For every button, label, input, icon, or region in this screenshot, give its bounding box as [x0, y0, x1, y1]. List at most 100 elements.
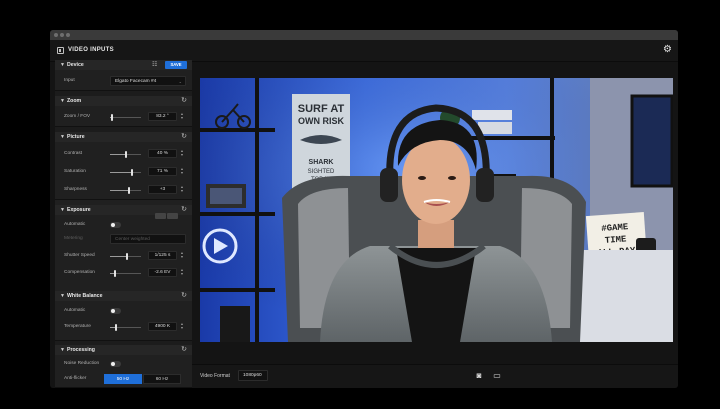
sharpness-slider[interactable] [110, 187, 141, 194]
app-window: VIDEO INPUTS ⚙ ▼ Device ☷ SAVE Input Elg… [50, 30, 678, 388]
sharpness-stepper[interactable]: ▲ ▼ [179, 185, 185, 194]
metering-value: Center weighted [115, 237, 150, 242]
picture-header[interactable]: ▼ Picture ↻ [55, 132, 192, 142]
saturation-stepper[interactable]: ▲ ▼ [179, 167, 185, 176]
temperature-slider[interactable] [110, 324, 141, 331]
exposure-header[interactable]: ▼ Exposure ↻ [55, 205, 192, 219]
zoom-title: Zoom [67, 98, 82, 104]
compensation-row: Compensation -2.6 EV ▲ ▼ [55, 267, 192, 279]
zoom-header[interactable]: ▼ Zoom ↻ [55, 96, 192, 106]
slider-thumb[interactable] [126, 253, 129, 260]
contrast-value[interactable]: 40 % [148, 149, 177, 158]
processing-title: Processing [67, 347, 95, 353]
panel-icon[interactable] [57, 47, 64, 54]
processing-section: ▼ Processing ↻ Noise Reduction Anti-flic… [55, 345, 192, 388]
metering-select[interactable]: Center weighted [110, 234, 186, 244]
slider-thumb[interactable] [115, 324, 118, 331]
noise-toggle[interactable] [110, 361, 121, 367]
compensation-label: Compensation [64, 270, 95, 275]
shutter-value[interactable]: 1/125 s [148, 251, 177, 260]
antiflicker-50hz-button[interactable]: 50 Hz [104, 374, 142, 384]
slider-thumb[interactable] [125, 151, 128, 158]
slider-thumb[interactable] [128, 187, 131, 194]
wb-auto-toggle[interactable] [110, 308, 121, 314]
close-window-dot[interactable] [54, 33, 58, 37]
lightbox-text: #GAME [601, 222, 629, 234]
gear-icon[interactable]: ⚙ [663, 44, 672, 56]
app-title: VIDEO INPUTS [68, 47, 114, 53]
reset-icon[interactable]: ↻ [181, 133, 187, 141]
video-format-select[interactable]: 1080p60 [238, 370, 268, 381]
poster-text: SHARK [309, 159, 334, 166]
shutter-slider[interactable] [110, 253, 141, 260]
zoom-section: ▼ Zoom ↻ Zoom / FOV 83.2 ° ▲ ▼ [55, 96, 192, 127]
caret-down-icon: ▼ [60, 293, 65, 299]
antiflicker-row: Anti-flicker 50 Hz 60 Hz [55, 373, 192, 385]
save-button[interactable]: SAVE [165, 61, 187, 69]
noise-label: Noise Reduction [64, 361, 100, 366]
temperature-stepper[interactable]: ▲ ▼ [179, 322, 185, 331]
caret-down-icon: ▼ [60, 134, 65, 140]
device-section: ▼ Device ☷ SAVE Input Elgato Facecam #4 … [55, 60, 192, 91]
folder-icon[interactable]: ▭ [490, 370, 504, 382]
reset-icon[interactable]: ↻ [181, 206, 187, 214]
device-title: Device [67, 62, 84, 68]
temperature-value[interactable]: 4900 K [148, 322, 177, 331]
poster-text: SIGHTED [308, 169, 335, 175]
maximize-window-dot[interactable] [66, 33, 70, 37]
zoom-value[interactable]: 83.2 ° [148, 112, 177, 121]
saturation-value[interactable]: 71 % [148, 167, 177, 176]
slider-thumb[interactable] [131, 169, 133, 176]
caret-down-icon: ▼ [60, 207, 65, 213]
sharpness-value[interactable]: +3 [148, 185, 177, 194]
saturation-slider[interactable] [110, 169, 141, 176]
grid-icon[interactable]: ☷ [152, 61, 157, 69]
camera-preview[interactable]: SURF AT OWN RISK SHARK SIGHTED TODAY [200, 78, 673, 342]
exposure-auto-row: Automatic [55, 219, 192, 231]
white-balance-section: ▼ White Balance ↻ Automatic Temperature … [55, 291, 192, 341]
caret-down-icon: ▼ [60, 62, 65, 68]
zoom-stepper[interactable]: ▲ ▼ [179, 112, 185, 121]
shutter-stepper[interactable]: ▲ ▼ [179, 251, 185, 260]
title-bar [50, 30, 678, 40]
processing-header[interactable]: ▼ Processing ↻ [55, 345, 192, 355]
sharpness-row: Sharpness +3 ▲ ▼ [55, 184, 192, 196]
slider-fill [110, 256, 128, 257]
temperature-label: Temperature [64, 324, 91, 329]
compensation-value[interactable]: -2.6 EV [148, 268, 177, 277]
reset-icon[interactable]: ↻ [181, 346, 187, 354]
zoom-row: Zoom / FOV 83.2 ° ▲ ▼ [55, 111, 192, 123]
shutter-row: Shutter Speed 1/125 s ▲ ▼ [55, 250, 192, 262]
reset-icon[interactable]: ↻ [181, 292, 187, 300]
slider-thumb[interactable] [113, 270, 116, 277]
camera-snapshot-icon[interactable]: ◙ [472, 370, 486, 382]
lightbox-text: TIME [605, 234, 628, 246]
device-header[interactable]: ▼ Device ☷ SAVE [55, 60, 192, 70]
input-select[interactable]: Elgato Facecam #4 ⌄ [110, 76, 186, 86]
noise-row: Noise Reduction [55, 358, 192, 370]
exposure-title: Exposure [67, 207, 91, 213]
metering-row: Metering Center weighted [55, 233, 192, 245]
exposure-auto-label: Automatic [64, 222, 86, 227]
antiflicker-60hz-button[interactable]: 60 Hz [143, 374, 181, 384]
minimize-window-dot[interactable] [60, 33, 64, 37]
compensation-slider[interactable] [110, 270, 141, 277]
slider-thumb[interactable] [111, 114, 114, 121]
contrast-stepper[interactable]: ▲ ▼ [179, 149, 185, 158]
shutter-label: Shutter Speed [64, 253, 95, 258]
toggle-knob [111, 362, 115, 366]
app-header: VIDEO INPUTS ⚙ [50, 40, 678, 62]
contrast-slider[interactable] [110, 151, 141, 158]
settings-panel: ▼ Device ☷ SAVE Input Elgato Facecam #4 … [55, 60, 192, 388]
metering-label: Metering [64, 236, 83, 241]
preview-image: SURF AT OWN RISK SHARK SIGHTED TODAY [200, 78, 673, 342]
white-balance-header[interactable]: ▼ White Balance ↻ [55, 291, 192, 301]
reset-icon[interactable]: ↻ [181, 97, 187, 105]
poster-text: SURF AT [298, 103, 345, 115]
compensation-stepper[interactable]: ▲ ▼ [179, 268, 185, 277]
zoom-slider[interactable] [110, 114, 141, 121]
exposure-auto-toggle[interactable] [110, 222, 121, 228]
contrast-label: Contrast [64, 151, 83, 156]
chevron-down-icon: ⌄ [178, 79, 182, 84]
antiflicker-label: Anti-flicker [64, 376, 87, 381]
